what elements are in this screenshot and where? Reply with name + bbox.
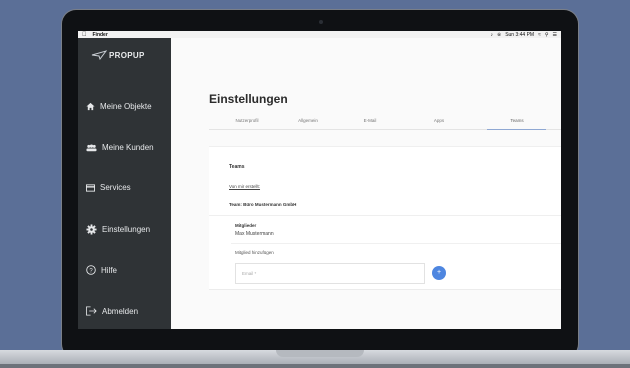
sidebar-item-label: Meine Kunden	[102, 143, 154, 152]
created-by-me-link[interactable]: Von mir erstellt:	[229, 184, 260, 189]
logo[interactable]: PROPUP	[91, 50, 145, 60]
sidebar-item-meine-objekte[interactable]: Meine Objekte	[86, 102, 152, 111]
paper-plane-icon	[91, 50, 107, 60]
sidebar-item-meine-kunden[interactable]: Meine Kunden	[86, 143, 154, 152]
menubar-clock[interactable]: Sun 3:44 PM	[505, 32, 534, 38]
mac-menubar:  Finder ♪ ※ Sun 3:44 PM ≈ ⚲ ☰	[78, 31, 561, 38]
svg-text:?: ?	[89, 268, 93, 274]
sidebar-item-label: Meine Objekte	[100, 102, 152, 111]
tab-bar: Nutzerprofil Allgemein E-Mail Apps Teams	[209, 118, 561, 130]
sidebar: PROPUP Meine Objekte Meine Kunden Servic…	[78, 38, 171, 329]
sidebar-item-label: Einstellungen	[102, 225, 151, 234]
gear-icon	[86, 224, 97, 235]
search-icon[interactable]: ⚲	[545, 32, 549, 38]
tab-nutzerprofil[interactable]: Nutzerprofil	[225, 118, 269, 123]
divider	[231, 243, 561, 244]
member-name: Max Mustermann	[235, 231, 274, 237]
home-icon	[86, 102, 95, 111]
card-icon	[86, 183, 95, 192]
sidebar-item-einstellungen[interactable]: Einstellungen	[86, 224, 150, 235]
logout-icon	[86, 306, 97, 316]
tab-allgemein[interactable]: Allgemein	[286, 118, 330, 123]
camera-dot	[319, 20, 323, 24]
sidebar-item-label: Hilfe	[101, 265, 118, 275]
tab-teams[interactable]: Teams	[495, 118, 539, 123]
volume-icon[interactable]: ♪	[490, 32, 493, 38]
screen:  Finder ♪ ※ Sun 3:44 PM ≈ ⚲ ☰ PROPUP Me…	[78, 31, 561, 329]
divider	[209, 289, 561, 290]
team-name: Team: Büro Mustermann GmbH	[229, 202, 297, 207]
menubar-status: ♪ ※ Sun 3:44 PM ≈ ⚲ ☰	[490, 32, 557, 38]
bluetooth-icon[interactable]: ※	[497, 32, 501, 38]
tab-email[interactable]: E-Mail	[348, 118, 392, 123]
help-icon: ?	[86, 265, 96, 275]
sidebar-item-label: Services	[100, 183, 131, 192]
members-label: Mitglieder	[235, 223, 257, 228]
sidebar-item-services[interactable]: Services	[86, 183, 131, 192]
page-title: Einstellungen	[209, 92, 288, 106]
main-content: Einstellungen Nutzerprofil Allgemein E-M…	[171, 38, 561, 329]
wifi-icon[interactable]: ≈	[538, 32, 541, 38]
menu-icon[interactable]: ☰	[553, 32, 557, 38]
divider	[209, 215, 561, 216]
app-name[interactable]: Finder	[93, 32, 108, 38]
logo-text: PROPUP	[109, 50, 145, 60]
active-tab-indicator	[487, 129, 546, 130]
sidebar-item-label: Abmelden	[102, 306, 139, 316]
teams-card: Teams Von mir erstellt: Team: Büro Muste…	[209, 146, 561, 290]
email-input[interactable]	[235, 263, 425, 284]
sidebar-item-hilfe[interactable]: ? Hilfe	[86, 265, 117, 275]
sidebar-item-abmelden[interactable]: Abmelden	[86, 306, 138, 316]
add-member-label: Mitglied hinzufügen	[235, 250, 274, 255]
apple-icon[interactable]: 	[82, 32, 87, 38]
laptop-notch	[276, 350, 364, 357]
laptop-base-shadow	[0, 364, 630, 368]
add-member-button[interactable]: +	[432, 266, 446, 280]
teams-heading: Teams	[229, 164, 245, 170]
tab-apps[interactable]: Apps	[417, 118, 461, 123]
people-icon	[86, 144, 97, 151]
